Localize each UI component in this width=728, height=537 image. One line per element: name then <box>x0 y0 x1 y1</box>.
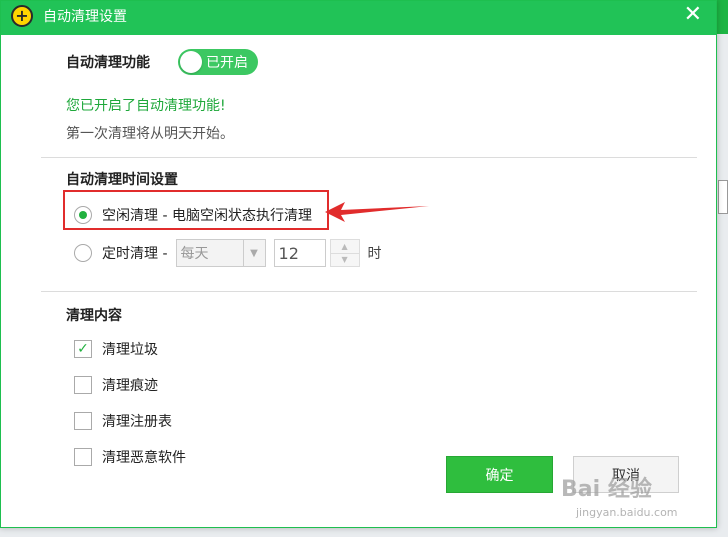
clean-junk-label: 清理垃圾 <box>102 342 158 358</box>
toggle-text: 已开启 <box>206 55 248 71</box>
window-title: 自动清理设置 <box>43 9 127 25</box>
ok-button[interactable]: 确定 <box>446 456 553 493</box>
auto-clean-row: 自动清理功能 已开启 <box>66 49 258 75</box>
toggle-knob <box>180 51 202 73</box>
annotation-arrow-icon <box>325 202 429 222</box>
hour-unit-label: 时 <box>367 246 382 262</box>
clean-traces-label: 清理痕迹 <box>102 378 158 394</box>
app-logo-icon: + <box>11 5 33 27</box>
frequency-value: 每天 <box>180 246 209 262</box>
background-window-edge-right <box>716 0 728 34</box>
highlight-annotation-box <box>63 190 329 230</box>
checkbox-icon[interactable] <box>74 448 92 466</box>
clean-malware-label: 清理恶意软件 <box>102 450 186 466</box>
scheduled-clean-radio[interactable] <box>74 244 92 262</box>
clean-malware-option[interactable]: 清理恶意软件 <box>74 447 186 467</box>
hour-stepper[interactable]: ▲ ▼ <box>329 239 360 267</box>
content-section-title: 清理内容 <box>66 308 122 324</box>
hour-input[interactable]: 12 <box>273 239 326 267</box>
clean-junk-option[interactable]: ✓ 清理垃圾 <box>74 339 158 359</box>
divider <box>41 291 697 292</box>
auto-clean-label: 自动清理功能 <box>66 55 150 71</box>
title-accent-line <box>1 31 716 35</box>
auto-clean-settings-dialog: + 自动清理设置 ✕ 自动清理功能 已开启 您已开启了自动清理功能! 第一次清理… <box>0 0 717 528</box>
close-icon[interactable]: ✕ <box>684 3 702 27</box>
start-message: 第一次清理将从明天开始。 <box>66 126 234 142</box>
baidu-watermark: Bai 经验 <box>561 477 652 502</box>
checkbox-checked-icon[interactable]: ✓ <box>74 340 92 358</box>
enabled-message: 您已开启了自动清理功能! <box>66 98 226 114</box>
stepper-up-icon[interactable]: ▲ <box>330 240 359 253</box>
clean-registry-option[interactable]: 清理注册表 <box>74 411 172 431</box>
baidu-watermark-url: jingyan.baidu.com <box>576 506 678 519</box>
checkbox-icon[interactable] <box>74 412 92 430</box>
background-window-fragment <box>718 180 728 214</box>
time-settings-title: 自动清理时间设置 <box>66 172 178 188</box>
clean-traces-option[interactable]: 清理痕迹 <box>74 375 158 395</box>
title-bar[interactable]: + 自动清理设置 ✕ <box>1 1 716 31</box>
checkbox-icon[interactable] <box>74 376 92 394</box>
scheduled-clean-label: 定时清理 - <box>102 246 168 262</box>
chevron-down-icon[interactable]: ▼ <box>242 240 265 266</box>
frequency-select[interactable]: 每天 ▼ <box>175 239 266 267</box>
auto-clean-toggle[interactable]: 已开启 <box>178 49 258 75</box>
scheduled-clean-option[interactable]: 定时清理 - 每天 ▼ 12 ▲ ▼ 时 <box>74 239 382 267</box>
clean-registry-label: 清理注册表 <box>102 414 172 430</box>
divider <box>41 157 697 158</box>
stepper-down-icon[interactable]: ▼ <box>330 252 359 266</box>
